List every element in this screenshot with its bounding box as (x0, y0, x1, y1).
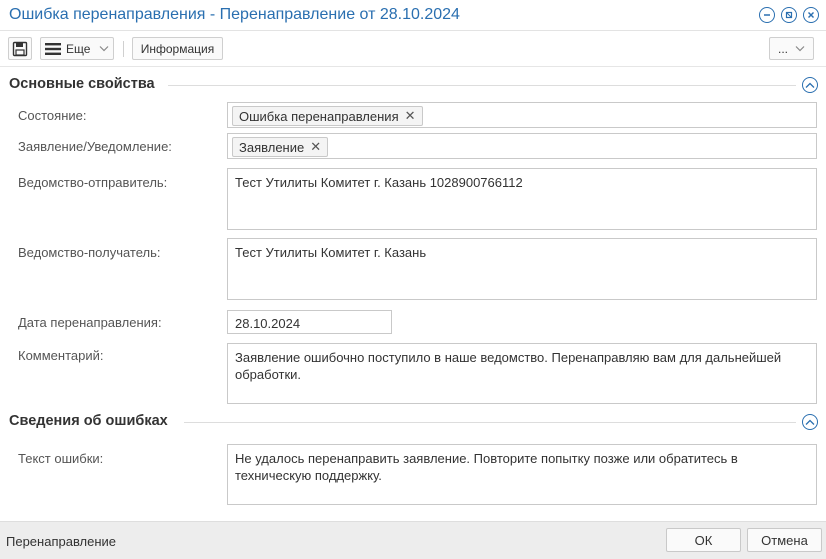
error-text-textarea[interactable]: Не удалось перенаправить заявление. Повт… (227, 444, 817, 505)
toolbar-separator (123, 41, 124, 57)
app-type-chip-text: Заявление (239, 139, 305, 155)
comment-label: Комментарий: (18, 348, 104, 363)
minimize-icon[interactable] (759, 7, 775, 23)
section-divider (184, 422, 796, 423)
dots-label: ... (777, 41, 788, 56)
window-titlebar: Ошибка перенаправления - Перенаправление… (0, 0, 826, 31)
hamburger-menu-icon (45, 42, 61, 55)
footer-bar: Перенаправление ОК Отмена (0, 521, 826, 559)
section-main-header: Основные свойства (0, 73, 826, 97)
close-icon[interactable] (803, 7, 819, 23)
sender-textarea[interactable]: Тест Утилиты Комитет г. Казань 102890076… (227, 168, 817, 230)
remove-icon[interactable]: ✕ (310, 139, 321, 155)
comment-value: Заявление ошибочно поступило в наше ведо… (235, 350, 782, 382)
toolbar: Еще Информация ... (0, 31, 826, 67)
chevron-down-icon (99, 46, 109, 52)
info-label: Информация (140, 41, 215, 56)
chevron-down-icon (795, 46, 805, 52)
status-chip-text: Ошибка перенаправления (239, 108, 399, 124)
ok-label: ОК (694, 532, 713, 548)
section-main-title: Основные свойства (9, 76, 155, 92)
ok-button[interactable]: ОК (666, 528, 741, 552)
footer-text: Перенаправление (6, 534, 117, 549)
cancel-label: Отмена (761, 532, 808, 548)
status-label: Состояние: (18, 108, 87, 123)
date-label: Дата перенаправления: (18, 315, 162, 330)
app-type-field[interactable]: Заявление ✕ (227, 133, 817, 159)
more-actions-button[interactable]: ... (769, 37, 814, 60)
sender-label: Ведомство-отправитель: (18, 175, 168, 190)
status-chip: Ошибка перенаправления ✕ (232, 106, 423, 126)
collapse-icon[interactable] (802, 414, 818, 430)
window-title: Ошибка перенаправления - Перенаправление… (9, 6, 460, 23)
more-label: Еще (66, 41, 91, 56)
remove-icon[interactable]: ✕ (405, 108, 416, 124)
cancel-button[interactable]: Отмена (747, 528, 822, 552)
error-text-value: Не удалось перенаправить заявление. Повт… (235, 451, 738, 483)
receiver-textarea[interactable]: Тест Утилиты Комитет г. Казань (227, 238, 817, 300)
status-field[interactable]: Ошибка перенаправления ✕ (227, 102, 817, 128)
error-text-label: Текст ошибки: (18, 451, 104, 466)
section-errors-header: Сведения об ошибках (0, 410, 826, 434)
section-divider (168, 85, 796, 86)
app-type-label: Заявление/Уведомление: (18, 139, 172, 154)
date-input[interactable]: 28.10.2024 (227, 310, 392, 334)
save-button[interactable] (8, 37, 32, 60)
sender-value: Тест Утилиты Комитет г. Казань 102890076… (235, 175, 523, 190)
maximize-icon[interactable] (781, 7, 797, 23)
more-dropdown-button[interactable]: Еще (40, 37, 114, 60)
floppy-disk-icon (12, 41, 28, 56)
comment-textarea[interactable]: Заявление ошибочно поступило в наше ведо… (227, 343, 817, 404)
info-button[interactable]: Информация (132, 37, 223, 60)
app-type-chip: Заявление ✕ (232, 137, 329, 157)
receiver-label: Ведомство-получатель: (18, 245, 161, 260)
section-errors-title: Сведения об ошибках (9, 413, 168, 429)
receiver-value: Тест Утилиты Комитет г. Казань (235, 245, 427, 260)
date-value: 28.10.2024 (235, 316, 301, 331)
collapse-icon[interactable] (802, 77, 818, 93)
